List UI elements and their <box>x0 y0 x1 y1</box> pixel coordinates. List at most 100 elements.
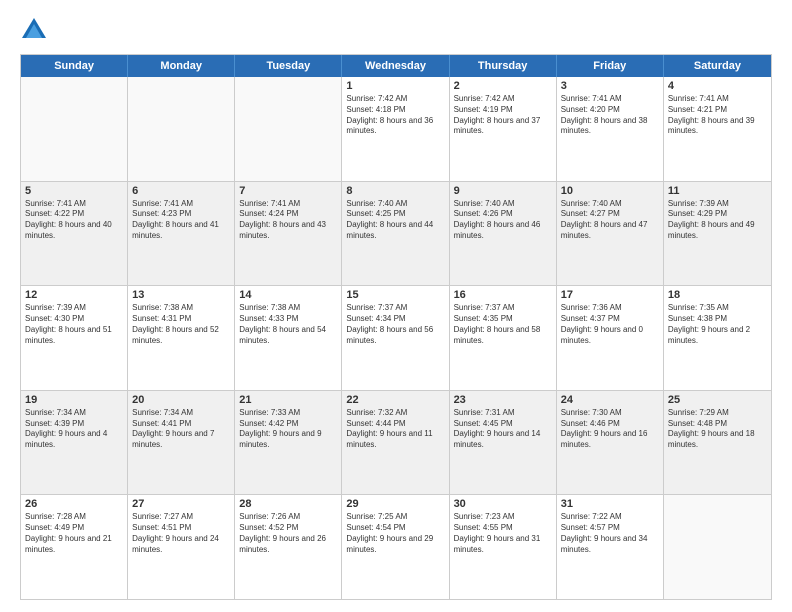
calendar-cell: 17Sunrise: 7:36 AM Sunset: 4:37 PM Dayli… <box>557 286 664 390</box>
day-number: 21 <box>239 394 337 406</box>
day-number: 31 <box>561 498 659 510</box>
day-number: 6 <box>132 185 230 197</box>
day-info: Sunrise: 7:40 AM Sunset: 4:25 PM Dayligh… <box>346 199 444 242</box>
day-info: Sunrise: 7:32 AM Sunset: 4:44 PM Dayligh… <box>346 408 444 451</box>
day-info: Sunrise: 7:35 AM Sunset: 4:38 PM Dayligh… <box>668 303 767 346</box>
day-info: Sunrise: 7:36 AM Sunset: 4:37 PM Dayligh… <box>561 303 659 346</box>
calendar-row: 26 Sunrise: 7:28 AM Sunset: 4:49 PM Dayli… <box>21 494 771 599</box>
calendar-cell: 25 Sunrise: 7:29 AM Sunset: 4:48 PM Dayli… <box>664 391 771 495</box>
page: SundayMondayTuesdayWednesdayThursdayFrid… <box>0 0 792 612</box>
day-info: Sunrise: 7:27 AM Sunset: 4:51 PM Dayligh… <box>132 512 230 555</box>
day-info: Sunrise: 7:28 AM Sunset: 4:49 PM Dayligh… <box>25 512 123 555</box>
day-info: Sunrise: 7:31 AM Sunset: 4:45 PM Dayligh… <box>454 408 552 451</box>
calendar-cell: 31 Sunrise: 7:22 AM Sunset: 4:57 PM Dayli… <box>557 495 664 599</box>
day-number: 7 <box>239 185 337 197</box>
day-info: Sunrise: 7:39 AM Sunset: 4:30 PM Dayligh… <box>25 303 123 346</box>
day-number: 29 <box>346 498 444 510</box>
day-number: 12 <box>25 289 123 301</box>
day-info: Sunrise: 7:30 AM Sunset: 4:46 PM Dayligh… <box>561 408 659 451</box>
calendar-cell: 4 Sunrise: 7:41 AM Sunset: 4:21 PM Daylig… <box>664 77 771 181</box>
calendar-cell: 24 Sunrise: 7:30 AM Sunset: 4:46 PM Dayli… <box>557 391 664 495</box>
weekday-header: Tuesday <box>235 55 342 77</box>
calendar-cell: 9Sunrise: 7:40 AM Sunset: 4:26 PM Daylig… <box>450 182 557 286</box>
day-info: Sunrise: 7:23 AM Sunset: 4:55 PM Dayligh… <box>454 512 552 555</box>
day-number: 15 <box>346 289 444 301</box>
day-number: 16 <box>454 289 552 301</box>
calendar-cell: 11Sunrise: 7:39 AM Sunset: 4:29 PM Dayli… <box>664 182 771 286</box>
logo-icon <box>20 16 48 44</box>
day-info: Sunrise: 7:40 AM Sunset: 4:27 PM Dayligh… <box>561 199 659 242</box>
calendar-cell: 29 Sunrise: 7:25 AM Sunset: 4:54 PM Dayli… <box>342 495 449 599</box>
calendar-cell <box>128 77 235 181</box>
day-number: 25 <box>668 394 767 406</box>
day-info: Sunrise: 7:26 AM Sunset: 4:52 PM Dayligh… <box>239 512 337 555</box>
calendar-cell: 23 Sunrise: 7:31 AM Sunset: 4:45 PM Dayli… <box>450 391 557 495</box>
day-number: 26 <box>25 498 123 510</box>
calendar-cell: 22Sunrise: 7:32 AM Sunset: 4:44 PM Dayli… <box>342 391 449 495</box>
calendar-cell: 3 Sunrise: 7:41 AM Sunset: 4:20 PM Daylig… <box>557 77 664 181</box>
day-info: Sunrise: 7:41 AM Sunset: 4:22 PM Dayligh… <box>25 199 123 242</box>
day-number: 20 <box>132 394 230 406</box>
day-number: 13 <box>132 289 230 301</box>
calendar-cell <box>235 77 342 181</box>
header <box>20 16 772 44</box>
day-number: 30 <box>454 498 552 510</box>
weekday-header: Wednesday <box>342 55 449 77</box>
day-info: Sunrise: 7:25 AM Sunset: 4:54 PM Dayligh… <box>346 512 444 555</box>
day-info: Sunrise: 7:37 AM Sunset: 4:35 PM Dayligh… <box>454 303 552 346</box>
calendar-cell: 18 Sunrise: 7:35 AM Sunset: 4:38 PM Dayli… <box>664 286 771 390</box>
calendar-cell <box>664 495 771 599</box>
day-info: Sunrise: 7:42 AM Sunset: 4:18 PM Dayligh… <box>346 94 444 137</box>
day-info: Sunrise: 7:42 AM Sunset: 4:19 PM Dayligh… <box>454 94 552 137</box>
day-number: 10 <box>561 185 659 197</box>
calendar-row: 12 Sunrise: 7:39 AM Sunset: 4:30 PM Dayli… <box>21 285 771 390</box>
calendar: SundayMondayTuesdayWednesdayThursdayFrid… <box>20 54 772 600</box>
day-number: 14 <box>239 289 337 301</box>
day-number: 3 <box>561 80 659 92</box>
day-number: 27 <box>132 498 230 510</box>
day-number: 8 <box>346 185 444 197</box>
day-info: Sunrise: 7:41 AM Sunset: 4:20 PM Dayligh… <box>561 94 659 137</box>
calendar-cell: 12 Sunrise: 7:39 AM Sunset: 4:30 PM Dayli… <box>21 286 128 390</box>
weekday-header: Monday <box>128 55 235 77</box>
day-info: Sunrise: 7:41 AM Sunset: 4:23 PM Dayligh… <box>132 199 230 242</box>
day-info: Sunrise: 7:29 AM Sunset: 4:48 PM Dayligh… <box>668 408 767 451</box>
day-info: Sunrise: 7:33 AM Sunset: 4:42 PM Dayligh… <box>239 408 337 451</box>
day-info: Sunrise: 7:37 AM Sunset: 4:34 PM Dayligh… <box>346 303 444 346</box>
day-number: 24 <box>561 394 659 406</box>
logo <box>20 16 52 44</box>
calendar-cell: 15 Sunrise: 7:37 AM Sunset: 4:34 PM Dayli… <box>342 286 449 390</box>
calendar-cell: 10 Sunrise: 7:40 AM Sunset: 4:27 PM Dayli… <box>557 182 664 286</box>
weekday-header: Friday <box>557 55 664 77</box>
calendar-cell: 28Sunrise: 7:26 AM Sunset: 4:52 PM Dayli… <box>235 495 342 599</box>
calendar-cell: 30 Sunrise: 7:23 AM Sunset: 4:55 PM Dayli… <box>450 495 557 599</box>
calendar-cell: 14 Sunrise: 7:38 AM Sunset: 4:33 PM Dayli… <box>235 286 342 390</box>
weekday-header: Thursday <box>450 55 557 77</box>
day-number: 2 <box>454 80 552 92</box>
day-info: Sunrise: 7:34 AM Sunset: 4:41 PM Dayligh… <box>132 408 230 451</box>
calendar-row: 19Sunrise: 7:34 AM Sunset: 4:39 PM Dayli… <box>21 390 771 495</box>
calendar-cell: 19Sunrise: 7:34 AM Sunset: 4:39 PM Dayli… <box>21 391 128 495</box>
day-info: Sunrise: 7:38 AM Sunset: 4:33 PM Dayligh… <box>239 303 337 346</box>
calendar-header: SundayMondayTuesdayWednesdayThursdayFrid… <box>21 55 771 77</box>
weekday-header: Saturday <box>664 55 771 77</box>
calendar-row: 5 Sunrise: 7:41 AM Sunset: 4:22 PM Daylig… <box>21 181 771 286</box>
day-number: 11 <box>668 185 767 197</box>
day-info: Sunrise: 7:38 AM Sunset: 4:31 PM Dayligh… <box>132 303 230 346</box>
day-info: Sunrise: 7:34 AM Sunset: 4:39 PM Dayligh… <box>25 408 123 451</box>
calendar-cell: 1 Sunrise: 7:42 AM Sunset: 4:18 PM Daylig… <box>342 77 449 181</box>
calendar-cell: 7Sunrise: 7:41 AM Sunset: 4:24 PM Daylig… <box>235 182 342 286</box>
day-number: 4 <box>668 80 767 92</box>
day-number: 5 <box>25 185 123 197</box>
calendar-cell: 26 Sunrise: 7:28 AM Sunset: 4:49 PM Dayli… <box>21 495 128 599</box>
calendar-cell: 21 Sunrise: 7:33 AM Sunset: 4:42 PM Dayli… <box>235 391 342 495</box>
day-info: Sunrise: 7:41 AM Sunset: 4:21 PM Dayligh… <box>668 94 767 137</box>
day-number: 1 <box>346 80 444 92</box>
day-number: 18 <box>668 289 767 301</box>
day-number: 9 <box>454 185 552 197</box>
calendar-cell: 20 Sunrise: 7:34 AM Sunset: 4:41 PM Dayli… <box>128 391 235 495</box>
day-info: Sunrise: 7:22 AM Sunset: 4:57 PM Dayligh… <box>561 512 659 555</box>
calendar-cell: 5 Sunrise: 7:41 AM Sunset: 4:22 PM Daylig… <box>21 182 128 286</box>
calendar-cell: 27 Sunrise: 7:27 AM Sunset: 4:51 PM Dayli… <box>128 495 235 599</box>
day-number: 23 <box>454 394 552 406</box>
